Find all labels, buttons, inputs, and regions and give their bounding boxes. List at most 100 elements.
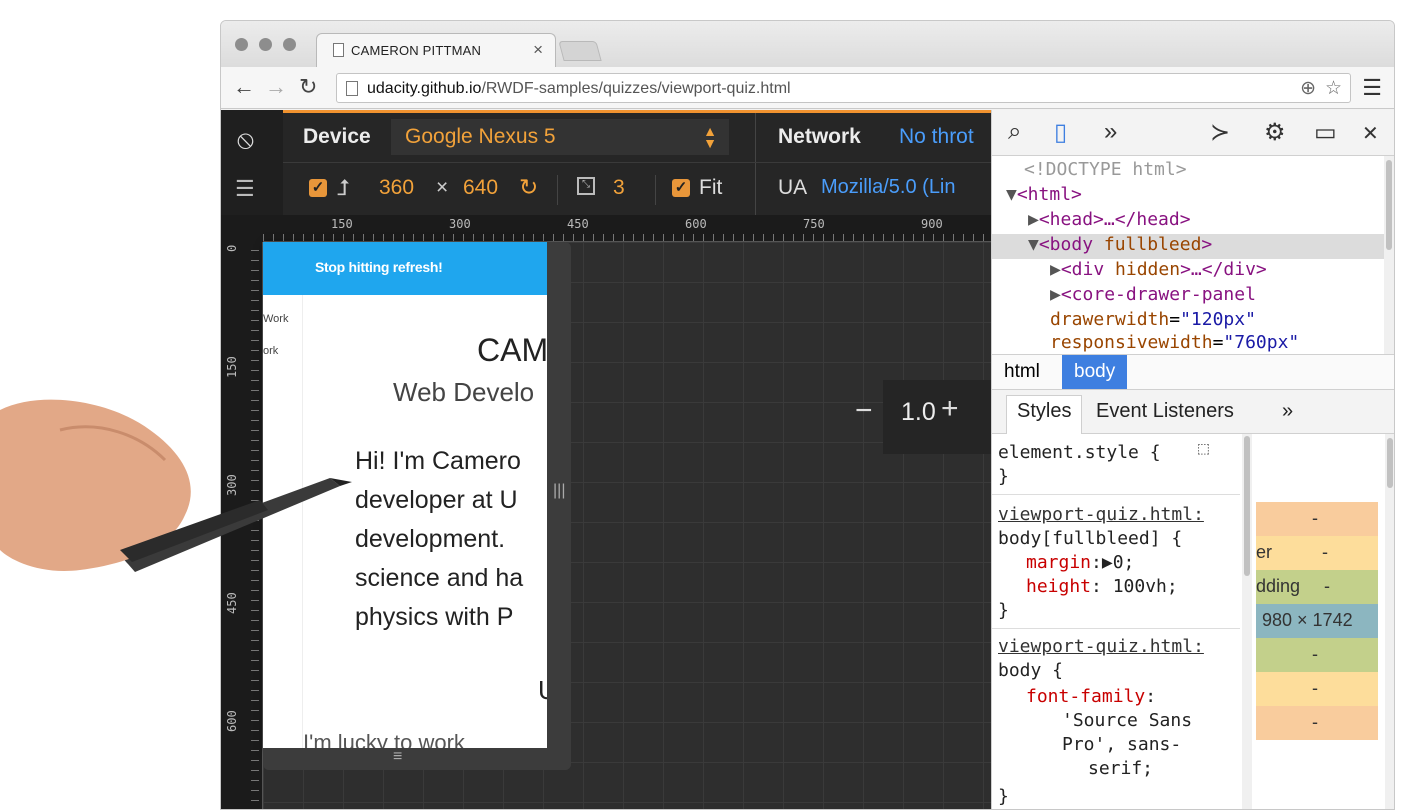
styles-pane: element.style { ⬚ } viewport-quiz.html: … <box>992 434 1240 809</box>
box-model-metrics: - er - dding - 980 × 1742 - - - <box>1256 434 1394 809</box>
site-subheading: U <box>538 675 547 706</box>
close-devtools-icon[interactable]: ✕ <box>1362 121 1379 146</box>
device-mode-icon[interactable]: ▯ <box>1054 118 1067 147</box>
dock-side-icon[interactable]: ▭ <box>1314 118 1337 147</box>
address-bar[interactable]: udacity.github.io/RWDF-samples/quizzes/v… <box>336 73 1351 103</box>
css-value-line: serif; <box>1088 758 1154 779</box>
ruler-tick: 0 <box>225 244 239 252</box>
site-role: Web Develo <box>393 377 535 407</box>
styles-scrollbar[interactable] <box>1242 434 1252 809</box>
site-nav-item[interactable]: ork <box>263 345 278 357</box>
browser-window: CAMERON PITTMAN × ← → ↻ udacity.github.i… <box>220 20 1395 810</box>
minimize-window-button[interactable] <box>259 38 272 51</box>
border-box: er - <box>1256 536 1378 570</box>
url-text[interactable]: udacity.github.io/RWDF-samples/quizzes/v… <box>367 80 791 98</box>
pixel-ratio-input[interactable]: 3 <box>613 176 625 200</box>
border-box: - <box>1256 672 1378 706</box>
maximize-window-button[interactable] <box>283 38 296 51</box>
ruler-tick: 450 <box>567 217 589 231</box>
dom-node-html[interactable]: ▼<html> <box>1006 184 1082 205</box>
back-arrow-icon[interactable]: ← <box>233 75 255 99</box>
site-name: CAM <box>477 332 547 368</box>
separator <box>992 494 1240 495</box>
reload-icon[interactable]: ↻ <box>299 75 317 99</box>
metrics-scrollbar[interactable] <box>1385 434 1394 809</box>
ruler-tick: 600 <box>225 710 239 732</box>
menu-icon[interactable]: ☰ <box>1362 75 1382 101</box>
zoom-out-icon[interactable]: − <box>855 394 873 428</box>
search-icon[interactable]: ⌕ <box>1008 118 1021 146</box>
dom-node-core-drawer-panel[interactable]: ▶<core-drawer-panel <box>1050 284 1256 305</box>
ruler-corner <box>221 215 263 242</box>
page-icon <box>346 81 358 96</box>
dom-node-head[interactable]: ▶<head>…</head> <box>1028 209 1191 230</box>
element-picker-icon[interactable]: ⬚ <box>1198 438 1209 459</box>
margin-box: - <box>1256 502 1378 536</box>
breadcrumb-html[interactable]: html <box>992 355 1052 389</box>
rule-source-link[interactable]: viewport-quiz.html: <box>998 504 1204 525</box>
forward-arrow-icon[interactable]: → <box>265 75 287 99</box>
title-bar: CAMERON PITTMAN × <box>221 21 1394 67</box>
ruler-tick: 750 <box>803 217 825 231</box>
dom-attribute: drawerwidth="120px" <box>1050 309 1256 330</box>
dom-scrollbar[interactable] <box>1384 156 1394 354</box>
more-panels-icon[interactable]: » <box>1104 118 1117 146</box>
network-select[interactable]: No throt <box>899 125 974 149</box>
ruler-tick: 600 <box>685 217 707 231</box>
separator <box>755 113 756 165</box>
rule-source-link[interactable]: viewport-quiz.html: <box>998 636 1204 657</box>
resize-arrow-icon: ⮥ <box>337 175 350 200</box>
scroll-thumb[interactable] <box>1244 436 1250 576</box>
tab-styles[interactable]: Styles <box>1006 395 1083 434</box>
breadcrumb: html body <box>992 354 1394 390</box>
resolution-checkbox[interactable]: ✓ <box>309 179 327 197</box>
separator <box>992 628 1240 629</box>
gear-icon[interactable]: ⚙ <box>1264 118 1286 147</box>
device-label: Device <box>303 125 371 148</box>
css-property[interactable]: height: 100vh; <box>1026 576 1178 597</box>
site-nav-item[interactable]: Work <box>263 313 288 325</box>
scroll-thumb[interactable] <box>1387 438 1393 488</box>
more-tabs-icon[interactable]: » <box>1272 396 1303 427</box>
content-box: 980 × 1742 <box>1256 604 1378 638</box>
resize-grip-icon: ||| <box>553 482 566 499</box>
close-window-button[interactable] <box>235 38 248 51</box>
times-sign: × <box>436 176 449 199</box>
console-drawer-icon[interactable]: ≻ <box>1210 118 1230 147</box>
dom-node-div[interactable]: ▶<div hidden>…</div> <box>1050 259 1267 280</box>
dom-node-body[interactable]: ▼<body fullbleed> <box>1028 234 1212 255</box>
fit-checkbox[interactable]: ✓ <box>672 179 690 197</box>
site-paragraph-line: physics with P <box>355 603 514 631</box>
dom-tree: <!DOCTYPE html> ▼<html> ▶<head>…</head> … <box>992 156 1384 354</box>
fit-label: Fit <box>699 176 723 199</box>
ruler-tick: 900 <box>921 217 943 231</box>
site-paragraph-line: developer at U <box>355 486 518 514</box>
breadcrumb-body[interactable]: body <box>1062 355 1128 389</box>
tab-close-icon[interactable]: × <box>533 40 543 60</box>
browser-tab[interactable]: CAMERON PITTMAN × <box>316 33 556 67</box>
user-agent-input[interactable]: Mozilla/5.0 (Lin <box>821 176 956 199</box>
css-property[interactable]: font-family: <box>1026 686 1156 707</box>
scroll-thumb[interactable] <box>1386 160 1392 250</box>
ruler-tick: 300 <box>449 217 471 231</box>
separator <box>655 175 656 205</box>
swap-dimensions-icon[interactable]: ↻ <box>519 174 538 201</box>
device-resize-handle[interactable]: ||| <box>547 242 571 770</box>
new-tab-button[interactable] <box>558 41 602 61</box>
rule-close: } <box>998 466 1009 487</box>
site-header-bar: Stop hitting refresh! <box>263 242 547 295</box>
height-input[interactable]: 640 <box>463 176 498 200</box>
zoom-in-icon[interactable]: + <box>941 392 959 426</box>
bookmark-star-icon[interactable]: ☆ <box>1325 77 1342 100</box>
disable-emulation-icon[interactable]: ⦸ <box>237 124 254 156</box>
element-style-rule[interactable]: element.style { <box>998 442 1161 463</box>
tab-event-listeners[interactable]: Event Listeners <box>1086 396 1244 427</box>
media-queries-icon[interactable]: ☰ <box>235 176 255 202</box>
document-icon <box>333 43 344 57</box>
css-property[interactable]: margin:▶0; <box>1026 552 1134 573</box>
device-select[interactable]: Google Nexus 5 ▲ ▼ <box>391 119 729 155</box>
device-resize-bottom[interactable]: ≡ <box>263 748 571 770</box>
width-input[interactable]: 360 <box>379 176 414 200</box>
zoom-icon[interactable]: ⊕ <box>1300 77 1316 100</box>
ruler-tick: 150 <box>225 356 239 378</box>
